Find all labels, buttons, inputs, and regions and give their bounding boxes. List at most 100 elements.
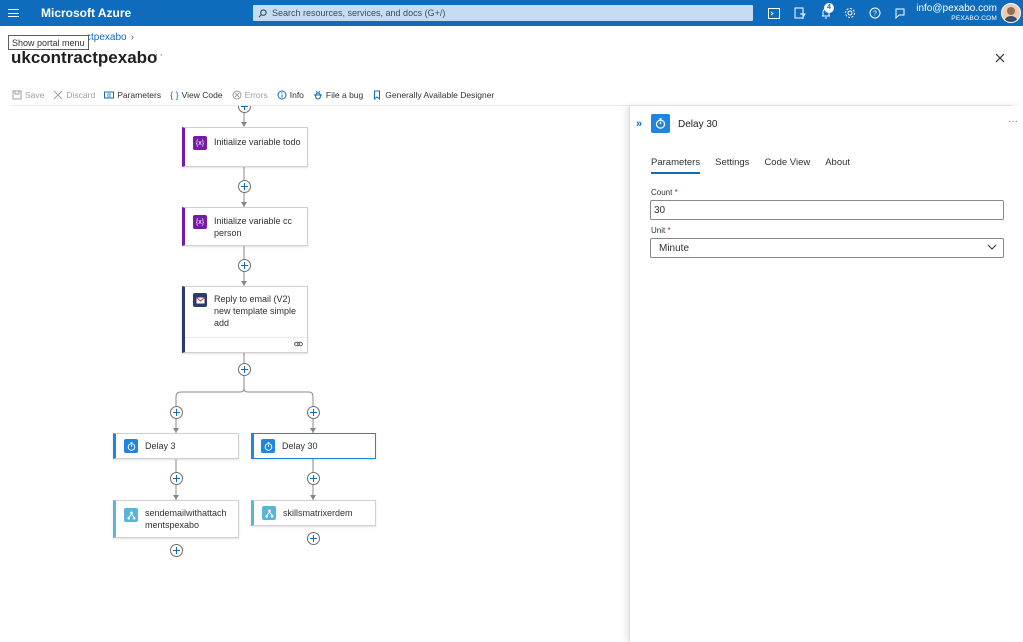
add-step-button[interactable] — [170, 472, 183, 485]
collapse-panel-icon[interactable]: » — [636, 118, 642, 130]
action-card-initialize-todo[interactable]: {x} Initialize variable todo — [182, 127, 308, 167]
search-input[interactable]: Search resources, services, and docs (G+… — [253, 5, 753, 21]
feedback-button[interactable] — [893, 6, 907, 20]
action-card-title: Delay 30 — [282, 441, 318, 451]
add-step-button[interactable] — [170, 544, 183, 557]
action-card-title: Initialize variable cc person — [214, 216, 293, 238]
file-bug-button[interactable]: File a bug — [313, 90, 363, 100]
save-label: Save — [25, 90, 45, 100]
top-bar: Microsoft Azure Search resources, servic… — [0, 0, 1023, 26]
settings-button[interactable] — [843, 6, 857, 20]
plus-icon — [241, 106, 248, 110]
help-button[interactable]: ? — [868, 6, 882, 20]
add-branch-step-button[interactable] — [170, 406, 183, 419]
link-icon — [294, 341, 303, 347]
info-button[interactable]: Info — [277, 90, 304, 100]
timer-icon — [124, 439, 138, 453]
action-card-title: sendemailwithattachmentspexabo — [145, 508, 227, 530]
add-branch-step-button[interactable] — [307, 406, 320, 419]
timer-icon — [651, 114, 670, 133]
action-card-reply-email[interactable]: Reply to email (V2) new template simple … — [182, 286, 308, 353]
parameters-button[interactable]: @ Parameters — [104, 90, 161, 100]
tab-settings[interactable]: Settings — [715, 157, 749, 172]
plus-icon — [241, 183, 248, 190]
plus-icon — [173, 547, 180, 554]
action-card-delay-30-selected[interactable]: Delay 30 — [251, 433, 376, 459]
tab-parameters[interactable]: Parameters — [651, 157, 701, 174]
svg-text:?: ? — [873, 11, 877, 18]
required-marker: * — [667, 226, 671, 235]
breadcrumb[interactable]: ctpexabo › — [86, 32, 134, 43]
code-icon: { } — [170, 90, 179, 100]
directory-filter-icon — [794, 7, 806, 19]
add-step-button[interactable] — [307, 472, 320, 485]
notification-badge: 4 — [824, 3, 834, 13]
chevron-right-icon: › — [130, 32, 134, 43]
plus-icon — [241, 262, 248, 269]
errors-button[interactable]: Errors — [232, 90, 268, 100]
view-code-button[interactable]: { } View Code — [170, 90, 222, 100]
unit-value: Minute — [659, 242, 690, 254]
action-details-panel: » Delay 30 ··· Parameters Settings Code … — [629, 106, 1023, 642]
count-label-text: Count — [651, 188, 673, 197]
panel-title[interactable]: Delay 30 — [678, 119, 717, 130]
view-code-label: View Code — [181, 90, 223, 100]
workflow-icon — [124, 508, 138, 522]
account-info[interactable]: info@pexabo.com PEXABO.COM — [916, 3, 997, 23]
add-step-button[interactable] — [238, 363, 251, 376]
more-options-button[interactable]: ··· — [150, 49, 164, 61]
action-card-workflow-left[interactable]: sendemailwithattachmentspexabo — [113, 500, 239, 538]
discard-button[interactable]: Discard — [53, 90, 95, 100]
tab-about[interactable]: About — [825, 157, 850, 172]
action-card-workflow-right[interactable]: skillsmatrixerdem — [251, 500, 376, 526]
connector-lines — [173, 106, 316, 500]
count-input[interactable]: 30 — [650, 200, 1004, 220]
save-button[interactable]: Save — [12, 90, 44, 100]
account-email: info@pexabo.com — [916, 3, 997, 14]
action-card-title: Initialize variable todo — [214, 137, 301, 147]
directory-filter-button[interactable] — [793, 6, 807, 20]
brand-name[interactable]: Microsoft Azure — [41, 6, 131, 20]
action-card-initialize-cc[interactable]: {x} Initialize variable cc person — [182, 207, 308, 246]
chevron-down-icon — [987, 244, 997, 250]
count-value: 30 — [654, 204, 666, 216]
error-icon — [232, 90, 242, 100]
unit-label-text: Unit — [651, 226, 666, 235]
unit-dropdown[interactable]: Minute — [650, 238, 1004, 258]
feedback-icon — [895, 8, 905, 19]
workflow-canvas[interactable]: {x} Initialize variable todo {x} Initial… — [0, 106, 629, 642]
variable-icon: {x} — [193, 136, 207, 150]
portal-menu-button[interactable] — [0, 0, 26, 26]
plus-icon — [173, 475, 180, 482]
discard-icon — [53, 90, 63, 100]
cloud-shell-icon — [768, 7, 780, 19]
parameters-icon: @ — [104, 90, 115, 100]
designer-label: Generally Available Designer — [385, 90, 495, 100]
designer-toggle-button[interactable]: Generally Available Designer — [372, 90, 494, 100]
errors-label: Errors — [244, 90, 268, 100]
discard-label: Discard — [66, 90, 96, 100]
action-card-delay-3[interactable]: Delay 3 — [113, 433, 239, 459]
plus-icon — [310, 409, 317, 416]
breadcrumb-link[interactable]: ctpexabo — [86, 32, 127, 43]
tab-code-view[interactable]: Code View — [764, 157, 810, 172]
mail-icon — [193, 293, 207, 307]
plus-icon — [241, 366, 248, 373]
add-step-button[interactable] — [238, 259, 251, 272]
add-step-button[interactable] — [238, 180, 251, 193]
file-bug-label: File a bug — [325, 90, 364, 100]
add-step-button[interactable] — [307, 532, 320, 545]
cloud-shell-button[interactable] — [767, 6, 781, 20]
panel-more-button[interactable]: ··· — [1008, 116, 1018, 127]
save-icon — [12, 90, 22, 100]
parameters-label: Parameters — [117, 90, 162, 100]
designer-toolbar: Save Discard @ Parameters { } View Code E… — [12, 88, 503, 102]
timer-icon — [261, 439, 275, 453]
bug-icon — [313, 90, 323, 100]
plus-icon — [310, 475, 317, 482]
avatar[interactable] — [1001, 3, 1021, 23]
count-label: Count * — [651, 188, 678, 197]
close-icon[interactable] — [994, 52, 1006, 64]
bookmark-icon — [372, 90, 382, 100]
action-card-title: Delay 3 — [145, 441, 176, 451]
